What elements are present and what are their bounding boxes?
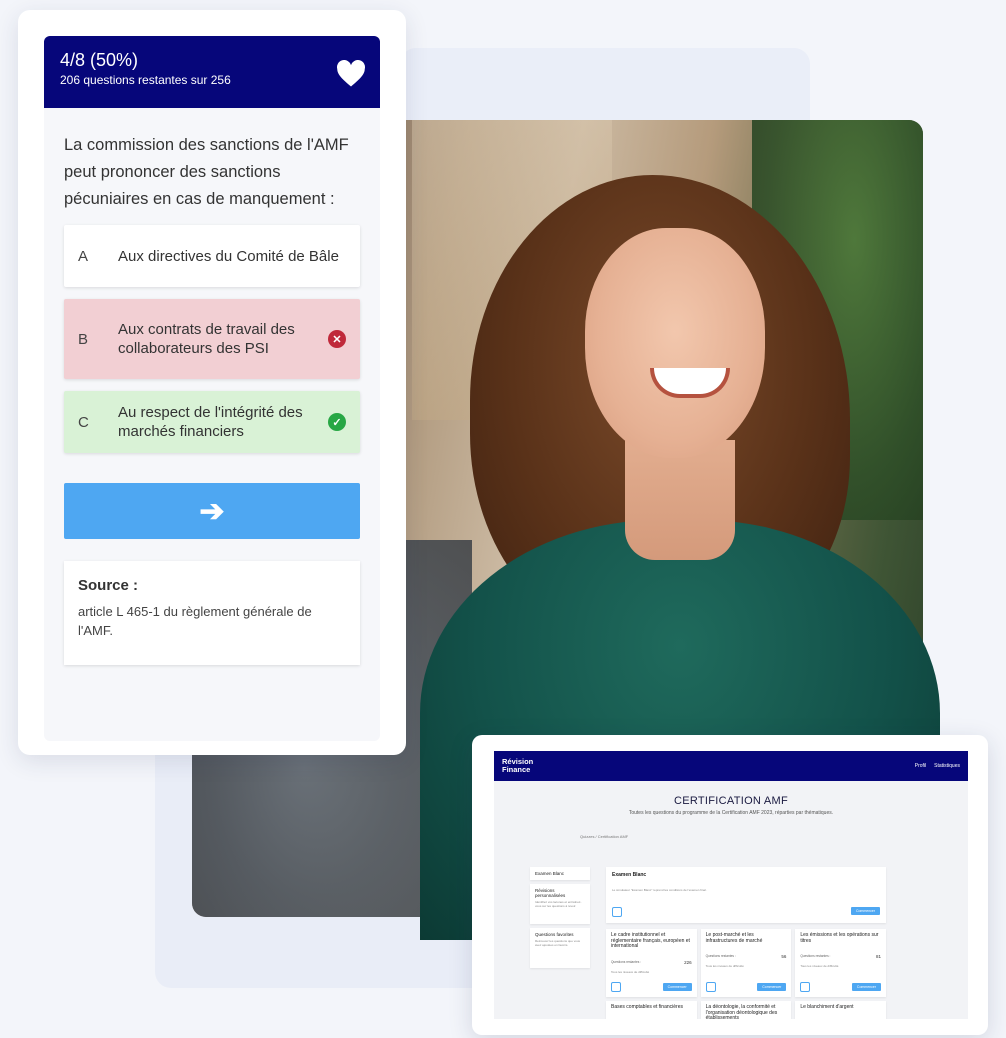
- nav-profile-link[interactable]: Profil: [915, 763, 926, 769]
- question-text: La commission des sanctions de l'AMF peu…: [64, 136, 349, 208]
- sidebar: Examen Blanc Révisions personnalisées Id…: [530, 867, 590, 972]
- dashboard-navbar: Révision Finance Profil Statistiques: [494, 751, 968, 781]
- answer-text: Aux directives du Comité de Bâle: [118, 247, 339, 265]
- start-theme-button[interactable]: Commencer: [851, 983, 881, 991]
- answer-option-a[interactable]: A Aux directives du Comité de Bâle: [64, 225, 360, 287]
- sidebar-item-revisions[interactable]: Révisions personnalisées Identifiez vos …: [530, 884, 590, 924]
- settings-button[interactable]: [705, 982, 716, 992]
- answer-letter: B: [78, 330, 89, 348]
- photo-face: [585, 228, 765, 458]
- questions-remaining: 206 questions restantes sur 256: [60, 73, 231, 87]
- theme-grid: Le cadre institutionnel et réglementaire…: [606, 929, 886, 997]
- settings-button[interactable]: [611, 982, 621, 992]
- answer-text: Aux contrats de travail des collaborateu…: [118, 321, 295, 357]
- start-theme-button[interactable]: Commencer: [757, 983, 787, 991]
- exam-card: Examen Blanc Le simulateur "Examen Blanc…: [606, 867, 886, 923]
- nav-stats-link[interactable]: Statistiques: [934, 763, 960, 769]
- source-box: Source : article L 465-1 du règlement gé…: [64, 561, 360, 665]
- theme-card[interactable]: La déontologie, la conformité et l'organ…: [700, 1001, 792, 1019]
- landing-visual: 4/8 (50%) 206 questions restantes sur 25…: [0, 0, 1006, 1038]
- quiz-progress: 4/8 (50%): [60, 50, 139, 70]
- answer-option-c[interactable]: C Au respect de l'intégrité des marchés …: [64, 391, 360, 453]
- theme-card: Le post-marché et les infrastructures de…: [700, 929, 792, 997]
- theme-card: Les émissions et les opérations sur titr…: [795, 929, 886, 997]
- exam-text: Le simulateur "Examen Blanc" reprend les…: [612, 888, 707, 892]
- check-icon: ✓: [328, 413, 346, 431]
- source-title: Source :: [78, 577, 139, 594]
- start-theme-button[interactable]: Commencer: [662, 983, 692, 991]
- heart-icon[interactable]: [336, 60, 366, 88]
- brand-logo[interactable]: Révision Finance: [502, 758, 533, 774]
- dashboard-preview-card: Révision Finance Profil Statistiques CER…: [472, 735, 988, 1035]
- exam-title: Examen Blanc: [612, 872, 647, 878]
- sidebar-item-exam[interactable]: Examen Blanc: [530, 867, 590, 880]
- source-text: article L 465-1 du règlement générale de…: [78, 604, 312, 638]
- settings-button[interactable]: [612, 907, 622, 917]
- answer-letter: A: [78, 247, 89, 265]
- start-exam-button[interactable]: Commencer: [850, 907, 880, 915]
- dashboard-screen: Révision Finance Profil Statistiques CER…: [494, 751, 968, 1019]
- settings-button[interactable]: [800, 982, 811, 992]
- dashboard-main: Examen Blanc Le simulateur "Examen Blanc…: [606, 867, 886, 1019]
- breadcrumb[interactable]: Quizzes / Certification AMF: [580, 834, 968, 839]
- quiz-header: 4/8 (50%) 206 questions restantes sur 25…: [44, 36, 380, 108]
- wrong-icon: ✕: [328, 330, 346, 348]
- theme-grid-row-2: Bases comptables et financières La déont…: [606, 1001, 886, 1019]
- theme-card[interactable]: Bases comptables et financières: [606, 1001, 697, 1019]
- theme-card[interactable]: Le blanchiment d'argent: [795, 1001, 886, 1019]
- arrow-right-icon: ➔: [199, 494, 225, 528]
- quiz-card: 4/8 (50%) 206 questions restantes sur 25…: [18, 10, 406, 755]
- answer-option-b[interactable]: B Aux contrats de travail des collaborat…: [64, 299, 360, 379]
- answer-text: Au respect de l'intégrité des marchés fi…: [118, 404, 303, 440]
- answer-letter: C: [78, 413, 89, 431]
- next-question-button[interactable]: ➔: [64, 483, 360, 539]
- nav-links: Profil Statistiques: [915, 763, 960, 769]
- page-title: CERTIFICATION AMF: [673, 795, 789, 807]
- photo-neck: [625, 440, 735, 560]
- sidebar-item-favorites[interactable]: Questions favorites Retrouvez les questi…: [530, 928, 590, 968]
- theme-card: Le cadre institutionnel et réglementaire…: [606, 929, 697, 997]
- quiz-screen: 4/8 (50%) 206 questions restantes sur 25…: [44, 36, 380, 741]
- page-subtitle: Toutes les questions du programme de la …: [628, 810, 834, 816]
